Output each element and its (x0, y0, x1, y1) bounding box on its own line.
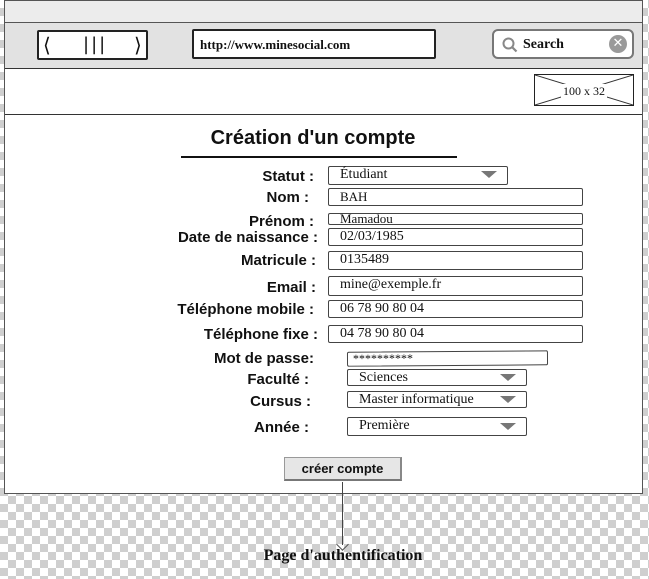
email-label: Email : (266, 279, 316, 296)
statut-select[interactable]: Étudiant (328, 166, 508, 185)
annee-value: Première (359, 418, 410, 433)
close-icon[interactable]: ✕ (609, 35, 627, 53)
tel-fixe-label: Téléphone fixe : (203, 326, 318, 343)
password-label: Mot de passe: (213, 350, 314, 367)
cursus-value: Master informatique (359, 392, 474, 407)
chevron-down-icon (500, 374, 516, 381)
image-placeholder-label: 100 x 32 (561, 84, 607, 99)
statut-label: Statut : (262, 168, 314, 185)
title-underline (181, 156, 457, 158)
nom-field[interactable]: BAH (328, 188, 583, 206)
prenom-field[interactable]: Mamadou (328, 213, 583, 225)
page-header: 100 x 32 (5, 69, 642, 115)
chevron-down-icon (500, 423, 516, 430)
back-button[interactable]: ⟨ (43, 33, 51, 57)
browser-toolbar: ⟨ ||| ⟩ http://www.minesocial.com Search… (5, 23, 642, 69)
chevron-down-icon (500, 396, 516, 403)
nom-label: Nom : (266, 189, 310, 206)
statut-value: Étudiant (340, 167, 388, 182)
naissance-field[interactable]: 02/03/1985 (328, 228, 583, 246)
tel-fixe-field[interactable]: 04 78 90 80 04 (328, 325, 583, 343)
matricule-label: Matricule : (240, 252, 316, 269)
search-input[interactable]: Search ✕ (492, 29, 634, 59)
password-field[interactable]: ********** (346, 350, 549, 367)
faculte-select[interactable]: Sciences (347, 369, 527, 386)
search-placeholder: Search (523, 37, 564, 52)
address-bar[interactable]: http://www.minesocial.com (192, 29, 436, 59)
matricule-field[interactable]: 0135489 (328, 251, 583, 270)
prenom-label: Prénom : (248, 213, 314, 230)
navigation-control: ⟨ ||| ⟩ (37, 30, 148, 60)
flow-connector (342, 482, 343, 545)
chevron-down-icon (481, 171, 497, 178)
annee-select[interactable]: Première (347, 417, 527, 436)
cursus-select[interactable]: Master informatique (347, 391, 527, 408)
cursus-label: Cursus : (250, 393, 311, 410)
image-placeholder: 100 x 32 (534, 74, 634, 106)
window-titlebar (5, 1, 642, 23)
naissance-label: Date de naissance : (177, 229, 318, 246)
browser-window: ⟨ ||| ⟩ http://www.minesocial.com Search… (4, 0, 643, 494)
annee-label: Année : (253, 419, 309, 436)
tel-mobile-label: Téléphone mobile : (177, 301, 314, 318)
create-account-button[interactable]: créer compte (284, 457, 402, 481)
search-icon (502, 37, 518, 53)
faculte-value: Sciences (359, 370, 408, 385)
faculte-label: Faculté : (247, 371, 309, 388)
tel-mobile-field[interactable]: 06 78 90 80 04 (328, 300, 583, 318)
flow-target-label: Page d'authentification (263, 547, 423, 564)
menu-button[interactable]: ||| (83, 33, 107, 57)
forward-button[interactable]: ⟩ (134, 33, 142, 57)
email-field[interactable]: mine@exemple.fr (328, 276, 583, 296)
page-title: Création d'un compte (210, 127, 416, 149)
